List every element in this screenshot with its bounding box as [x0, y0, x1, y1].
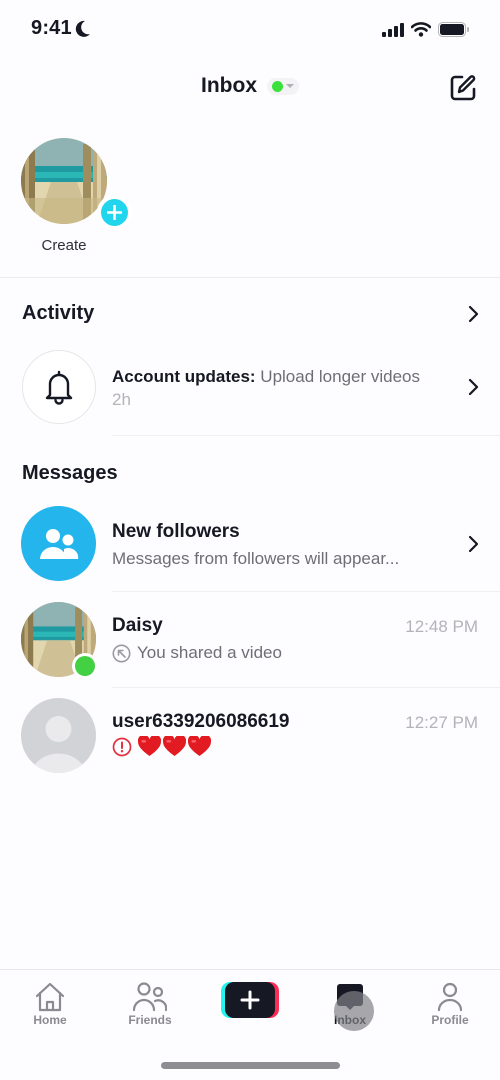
account-updates-text: Account updates: Upload longer videos 2h — [112, 365, 440, 411]
status-time: 9:41 — [31, 17, 72, 39]
user-text: user6339206086619 — [112, 711, 380, 757]
conversation-name: Daisy — [112, 615, 163, 636]
signal-icon — [382, 22, 404, 37]
new-followers-text: New followers Messages from followers wi… — [112, 521, 440, 569]
status-icons — [382, 22, 470, 37]
new-followers-chevron — [466, 535, 480, 553]
touch-indicator — [334, 991, 374, 1031]
stories-row: Create — [0, 138, 500, 278]
tab-label: Home — [33, 1013, 67, 1027]
chevron-right-icon — [468, 378, 479, 396]
new-followers-subtitle: Messages from followers will appear... — [112, 549, 440, 569]
tab-friends[interactable]: Friends — [110, 978, 190, 1027]
compose-button[interactable] — [448, 73, 478, 103]
compose-icon — [450, 75, 476, 101]
create-story-button[interactable]: Create — [21, 138, 132, 254]
divider — [112, 591, 500, 592]
create-plus-icon — [225, 982, 275, 1018]
activity-section-title: Activity — [22, 302, 95, 324]
home-icon — [35, 982, 65, 1012]
conversation-time: 12:48 PM — [405, 617, 478, 636]
chevron-right-icon — [468, 305, 479, 323]
profile-icon — [437, 982, 463, 1012]
new-followers-subtitle-text: Messages from followers will appear... — [112, 549, 400, 568]
followers-icon — [39, 528, 78, 559]
conversation-row-daisy[interactable]: Daisy You shared a video 12:48 PM — [0, 602, 500, 679]
conversation-time: 12:27 PM — [405, 713, 478, 732]
create-label: Create — [41, 237, 87, 254]
account-updates-row[interactable]: Account updates: Upload longer videos 2h — [0, 350, 500, 426]
conversation-row-user[interactable]: user6339206086619 12:27 PM — [0, 698, 500, 774]
online-status-dot — [272, 80, 283, 92]
friends-icon — [133, 982, 167, 1012]
page-title: Inbox — [201, 74, 257, 97]
default-avatar — [21, 698, 96, 773]
new-followers-title: New followers — [112, 521, 240, 542]
divider — [112, 435, 500, 436]
shared-arrow-icon — [112, 644, 131, 662]
status-time-wrap: 9:41 — [31, 17, 91, 40]
followers-avatar — [21, 506, 96, 581]
account-updates-time: 2h — [112, 390, 131, 409]
person-placeholder-icon — [31, 716, 86, 773]
chevron-right-icon — [468, 535, 479, 553]
conversation-preview: You shared a video — [112, 643, 380, 663]
header-title-wrap: Inbox — [0, 74, 500, 98]
create-video-button[interactable] — [221, 982, 279, 1018]
heart-icon — [163, 736, 186, 757]
tab-label: Profile — [431, 1013, 469, 1027]
online-dot — [75, 656, 95, 676]
online-indicator — [72, 653, 98, 679]
header: Inbox — [0, 60, 500, 116]
heart-icon — [188, 736, 211, 757]
tab-label: Friends — [128, 1013, 172, 1027]
tab-home[interactable]: Home — [10, 978, 90, 1027]
battery-icon — [438, 22, 469, 37]
account-updates-message: Upload longer videos — [260, 367, 421, 386]
conversation-preview-text: You shared a video — [137, 643, 282, 662]
tab-profile[interactable]: Profile — [410, 978, 490, 1027]
account-updates-chevron — [466, 378, 480, 396]
error-icon — [112, 737, 132, 756]
bell-avatar — [22, 350, 96, 424]
wifi-icon — [411, 22, 431, 37]
add-story-badge — [97, 195, 132, 230]
account-updates-title: Account updates: — [112, 367, 256, 386]
conversation-preview — [112, 736, 380, 757]
plus-icon — [101, 199, 128, 226]
bell-icon — [45, 370, 73, 405]
divider — [112, 687, 500, 688]
messages-section-title: Messages — [22, 462, 118, 484]
home-indicator[interactable] — [161, 1062, 340, 1069]
hearts-preview — [138, 736, 211, 757]
status-bar: 9:41 — [0, 0, 500, 60]
conversation-name: user6339206086619 — [112, 711, 290, 732]
beach-avatar-image — [21, 138, 107, 224]
activity-chevron-button[interactable] — [466, 305, 480, 323]
moon-icon — [75, 20, 90, 37]
my-avatar — [21, 138, 107, 224]
online-status-toggle[interactable] — [267, 77, 299, 95]
new-followers-row[interactable]: New followers Messages from followers wi… — [0, 506, 500, 582]
daisy-text: Daisy You shared a video — [112, 615, 380, 663]
caret-down-icon — [286, 84, 294, 88]
heart-icon — [138, 736, 161, 757]
